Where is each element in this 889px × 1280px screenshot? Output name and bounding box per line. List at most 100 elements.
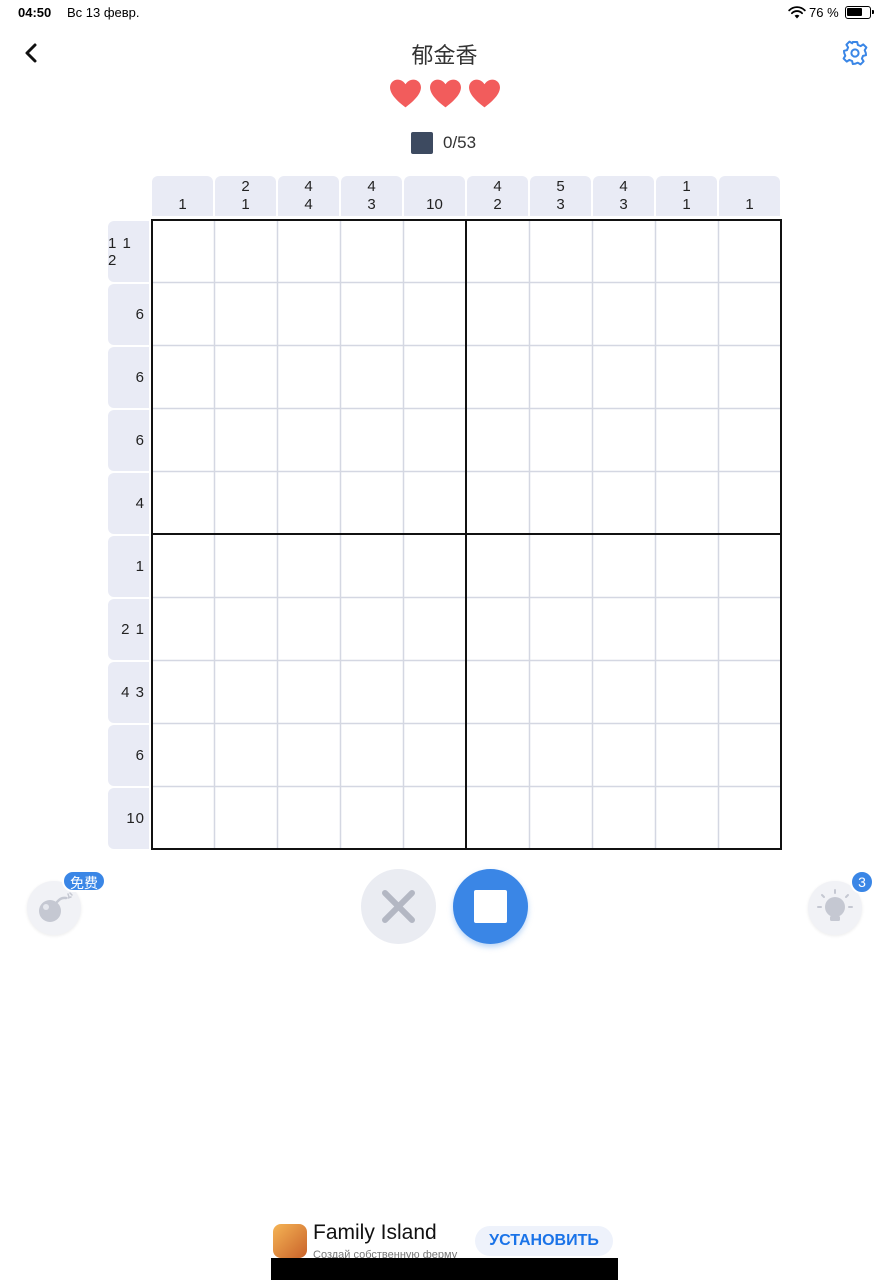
grid-cell[interactable]	[718, 534, 781, 597]
grid-cell[interactable]	[718, 219, 781, 282]
grid-cell[interactable]	[718, 723, 781, 786]
grid-cell[interactable]	[277, 534, 340, 597]
grid-cell[interactable]	[529, 282, 592, 345]
grid-cell[interactable]	[340, 786, 403, 849]
grid-cell[interactable]	[655, 660, 718, 723]
grid-cell[interactable]	[592, 345, 655, 408]
grid-cell[interactable]	[529, 660, 592, 723]
grid-cell[interactable]	[340, 219, 403, 282]
grid-cell[interactable]	[655, 282, 718, 345]
grid-cell[interactable]	[340, 408, 403, 471]
grid-cell[interactable]	[466, 345, 529, 408]
grid-cell[interactable]	[655, 597, 718, 660]
grid-cell[interactable]	[466, 282, 529, 345]
grid-cell[interactable]	[340, 723, 403, 786]
grid-cell[interactable]	[529, 219, 592, 282]
grid-cell[interactable]	[718, 660, 781, 723]
settings-button[interactable]	[841, 39, 869, 67]
grid-cell[interactable]	[151, 219, 214, 282]
grid-cell[interactable]	[403, 786, 466, 849]
grid-cell[interactable]	[529, 408, 592, 471]
grid-cell[interactable]	[718, 471, 781, 534]
grid-cell[interactable]	[592, 534, 655, 597]
grid-cell[interactable]	[277, 786, 340, 849]
grid-cell[interactable]	[151, 471, 214, 534]
grid-cell[interactable]	[214, 534, 277, 597]
grid-cell[interactable]	[466, 660, 529, 723]
grid-cell[interactable]	[214, 786, 277, 849]
grid-cell[interactable]	[466, 408, 529, 471]
grid-cell[interactable]	[718, 408, 781, 471]
grid-cell[interactable]	[277, 345, 340, 408]
grid-cell[interactable]	[403, 345, 466, 408]
grid-cell[interactable]	[592, 471, 655, 534]
grid-cell[interactable]	[592, 597, 655, 660]
grid-cell[interactable]	[151, 345, 214, 408]
grid-cell[interactable]	[340, 345, 403, 408]
grid-cell[interactable]	[214, 282, 277, 345]
grid-cell[interactable]	[529, 786, 592, 849]
grid-cell[interactable]	[214, 345, 277, 408]
grid-cell[interactable]	[340, 471, 403, 534]
grid-cell[interactable]	[655, 534, 718, 597]
grid-cell[interactable]	[403, 219, 466, 282]
grid-cell[interactable]	[466, 597, 529, 660]
grid-cell[interactable]	[718, 597, 781, 660]
grid-cell[interactable]	[277, 660, 340, 723]
grid-cell[interactable]	[655, 471, 718, 534]
grid-cell[interactable]	[277, 408, 340, 471]
ad-install-button[interactable]: УСТАНОВИТЬ	[475, 1226, 613, 1256]
grid-cell[interactable]	[718, 786, 781, 849]
grid-cell[interactable]	[340, 597, 403, 660]
grid-cell[interactable]	[466, 219, 529, 282]
grid-cell[interactable]	[529, 345, 592, 408]
grid-cell[interactable]	[466, 723, 529, 786]
grid-cell[interactable]	[655, 723, 718, 786]
grid-cell[interactable]	[214, 597, 277, 660]
grid-cell[interactable]	[277, 723, 340, 786]
grid-cell[interactable]	[214, 219, 277, 282]
grid-cell[interactable]	[718, 282, 781, 345]
grid-cell[interactable]	[151, 408, 214, 471]
grid-cell[interactable]	[403, 534, 466, 597]
grid-cell[interactable]	[214, 408, 277, 471]
grid-cell[interactable]	[592, 786, 655, 849]
grid-cell[interactable]	[592, 219, 655, 282]
grid-cell[interactable]	[529, 723, 592, 786]
grid-cell[interactable]	[655, 786, 718, 849]
fill-mode-button[interactable]	[453, 869, 528, 944]
grid-cell[interactable]	[340, 282, 403, 345]
grid-cell[interactable]	[592, 408, 655, 471]
grid-cell[interactable]	[403, 408, 466, 471]
grid-cell[interactable]	[466, 471, 529, 534]
grid-cell[interactable]	[403, 471, 466, 534]
grid-cell[interactable]	[277, 282, 340, 345]
grid-cell[interactable]	[340, 534, 403, 597]
grid-cell[interactable]	[214, 660, 277, 723]
grid-cell[interactable]	[655, 408, 718, 471]
grid-cell[interactable]	[403, 597, 466, 660]
grid-cell[interactable]	[403, 723, 466, 786]
grid-cell[interactable]	[151, 723, 214, 786]
ad-banner[interactable]: Family Island Создай собственную ферму У…	[271, 1218, 618, 1280]
cross-mode-button[interactable]	[361, 869, 436, 944]
grid-cell[interactable]	[655, 219, 718, 282]
grid-cell[interactable]	[151, 597, 214, 660]
grid-cell[interactable]	[403, 660, 466, 723]
grid-cell[interactable]	[529, 471, 592, 534]
grid-cell[interactable]	[151, 282, 214, 345]
grid-cell[interactable]	[655, 345, 718, 408]
grid-cell[interactable]	[151, 534, 214, 597]
grid-cell[interactable]	[466, 534, 529, 597]
grid-cell[interactable]	[592, 282, 655, 345]
grid-cell[interactable]	[277, 597, 340, 660]
grid-cell[interactable]	[592, 723, 655, 786]
grid-cell[interactable]	[340, 660, 403, 723]
grid-cell[interactable]	[214, 723, 277, 786]
grid-cell[interactable]	[151, 660, 214, 723]
grid-cell[interactable]	[529, 534, 592, 597]
grid-cell[interactable]	[403, 282, 466, 345]
grid-cell[interactable]	[277, 219, 340, 282]
grid-cell[interactable]	[214, 471, 277, 534]
grid-cell[interactable]	[151, 786, 214, 849]
